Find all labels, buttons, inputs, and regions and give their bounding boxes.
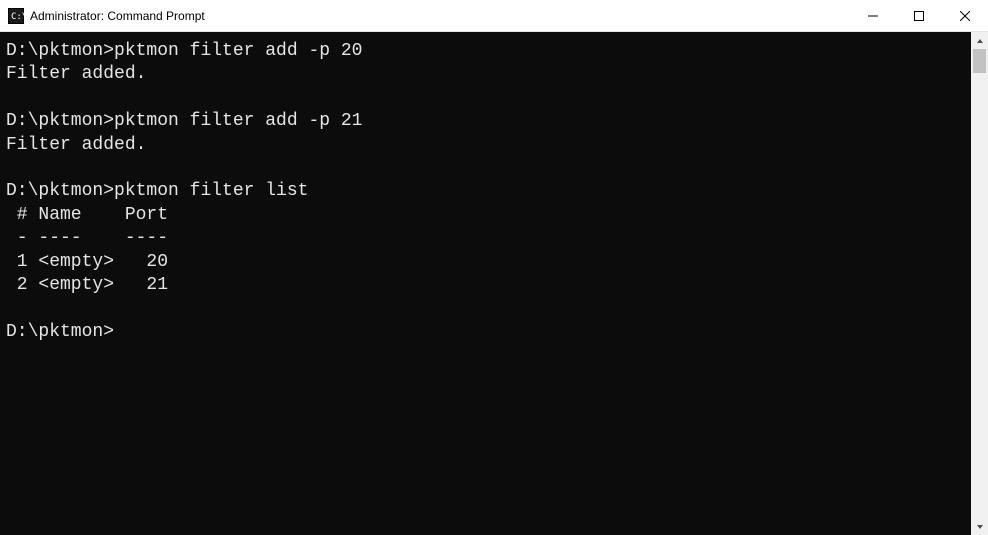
scroll-thumb[interactable]: [973, 49, 986, 73]
close-button[interactable]: [942, 0, 988, 31]
terminal-line: - ---- ----: [6, 227, 971, 250]
window-controls: [850, 0, 988, 31]
maximize-button[interactable]: [896, 0, 942, 31]
vertical-scrollbar[interactable]: [971, 32, 988, 535]
prompt: D:\pktmon>: [6, 181, 114, 201]
command-text: pktmon filter list: [114, 181, 308, 201]
close-icon: [960, 11, 970, 21]
window-titlebar: C:\ Administrator: Command Prompt: [0, 0, 988, 32]
client-area: D:\pktmon>pktmon filter add -p 20Filter …: [0, 32, 988, 535]
terminal-line: D:\pktmon>: [6, 321, 971, 344]
cmd-icon: C:\: [8, 8, 24, 24]
prompt: D:\pktmon>: [6, 41, 114, 61]
window-title: Administrator: Command Prompt: [30, 9, 850, 23]
maximize-icon: [914, 11, 924, 21]
terminal-line: 1 <empty> 20: [6, 251, 971, 274]
command-text: pktmon filter add -p 21: [114, 111, 362, 131]
terminal-line: Filter added.: [6, 63, 971, 86]
terminal-line: D:\pktmon>pktmon filter add -p 20: [6, 40, 971, 63]
terminal-line: D:\pktmon>pktmon filter list: [6, 180, 971, 203]
scroll-up-arrow[interactable]: [971, 32, 988, 49]
minimize-button[interactable]: [850, 0, 896, 31]
terminal-line: [6, 157, 971, 180]
terminal-line: 2 <empty> 21: [6, 274, 971, 297]
terminal-line: Filter added.: [6, 134, 971, 157]
prompt: D:\pktmon>: [6, 322, 114, 342]
command-text: pktmon filter add -p 20: [114, 41, 362, 61]
terminal-line: [6, 87, 971, 110]
terminal-line: # Name Port: [6, 204, 971, 227]
svg-text:C:\: C:\: [11, 12, 24, 22]
minimize-icon: [868, 11, 878, 21]
scroll-down-arrow[interactable]: [971, 518, 988, 535]
chevron-up-icon: [976, 37, 984, 45]
terminal-line: D:\pktmon>pktmon filter add -p 21: [6, 110, 971, 133]
terminal-line: [6, 297, 971, 320]
scroll-track[interactable]: [971, 49, 988, 518]
prompt: D:\pktmon>: [6, 111, 114, 131]
chevron-down-icon: [976, 523, 984, 531]
terminal-output[interactable]: D:\pktmon>pktmon filter add -p 20Filter …: [0, 32, 971, 535]
